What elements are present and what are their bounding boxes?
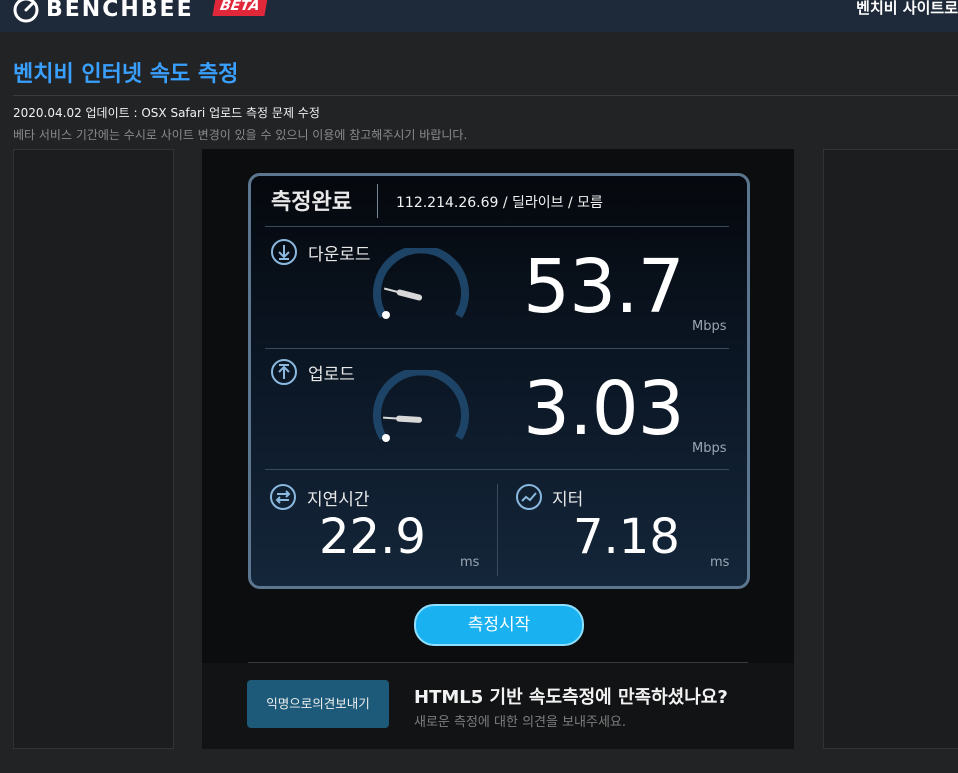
feedback-section: 익명으로의견보내기 HTML5 기반 속도측정에 만족하셨나요? 새로운 측정에… [202, 663, 794, 749]
download-unit: Mbps [692, 319, 727, 334]
logo-text[interactable]: BENCHBEE [46, 0, 194, 22]
download-gauge [373, 248, 469, 319]
upload-label: 업로드 [308, 365, 355, 385]
connection-info: 112.214.26.69 / 딜라이브 / 모름 [396, 195, 603, 211]
upload-gauge-dot [382, 434, 390, 442]
download-gauge-dot [382, 311, 390, 319]
download-arrow-icon [271, 239, 297, 265]
upload-value: 3.03 [523, 366, 685, 452]
test-status: 측정완료 [271, 190, 352, 215]
right-side-panel [823, 149, 958, 749]
site-nav-link[interactable]: 벤치비 사이트로 [856, 0, 958, 18]
download-label: 다운로드 [308, 245, 371, 265]
jitter-unit: ms [710, 555, 730, 570]
upload-unit: Mbps [692, 441, 727, 456]
beta-notice: 베타 서비스 기간에는 수시로 사이트 변경이 있을 수 있으니 이용에 참고해… [13, 128, 468, 142]
speed-test-panel: 측정완료 112.214.26.69 / 딜라이브 / 모름 다운로드 53.7… [202, 149, 794, 749]
anonymous-feedback-button[interactable]: 익명으로의견보내기 [247, 680, 389, 728]
swap-arrows-icon [270, 484, 296, 510]
latency-unit: ms [460, 555, 480, 570]
update-note: 2020.04.02 업데이트 : OSX Safari 업로드 측정 문제 수… [13, 106, 320, 120]
feedback-subtitle: 새로운 측정에 대한 의견을 보내주세요. [414, 715, 627, 730]
divider [265, 469, 729, 470]
latency-label: 지연시간 [307, 490, 370, 510]
jitter-label: 지터 [552, 490, 584, 510]
result-card: 측정완료 112.214.26.69 / 딜라이브 / 모름 다운로드 53.7… [248, 173, 750, 589]
upload-gauge [373, 370, 469, 442]
beta-badge: BETA [212, 0, 268, 16]
latency-value: 22.9 [319, 509, 426, 565]
download-needle-head [396, 289, 423, 301]
left-side-panel [13, 149, 174, 749]
upload-needle-head [396, 415, 422, 423]
status-separator [377, 184, 378, 218]
divider [265, 226, 729, 227]
feedback-title: HTML5 기반 속도측정에 만족하셨나요? [414, 687, 728, 708]
start-test-button[interactable]: 측정시작 [414, 604, 584, 646]
jitter-value: 7.18 [573, 509, 680, 565]
page-title: 벤치비 인터넷 속도 측정 [13, 62, 239, 87]
top-nav-bar: BENCHBEE BETA 벤치비 사이트로 [0, 0, 958, 32]
divider [265, 348, 729, 349]
download-value: 53.7 [523, 244, 685, 330]
stat-separator [497, 484, 498, 576]
wave-icon [516, 484, 542, 510]
title-divider [13, 95, 958, 96]
speedometer-icon[interactable] [12, 0, 40, 24]
upload-arrow-icon [271, 359, 297, 385]
